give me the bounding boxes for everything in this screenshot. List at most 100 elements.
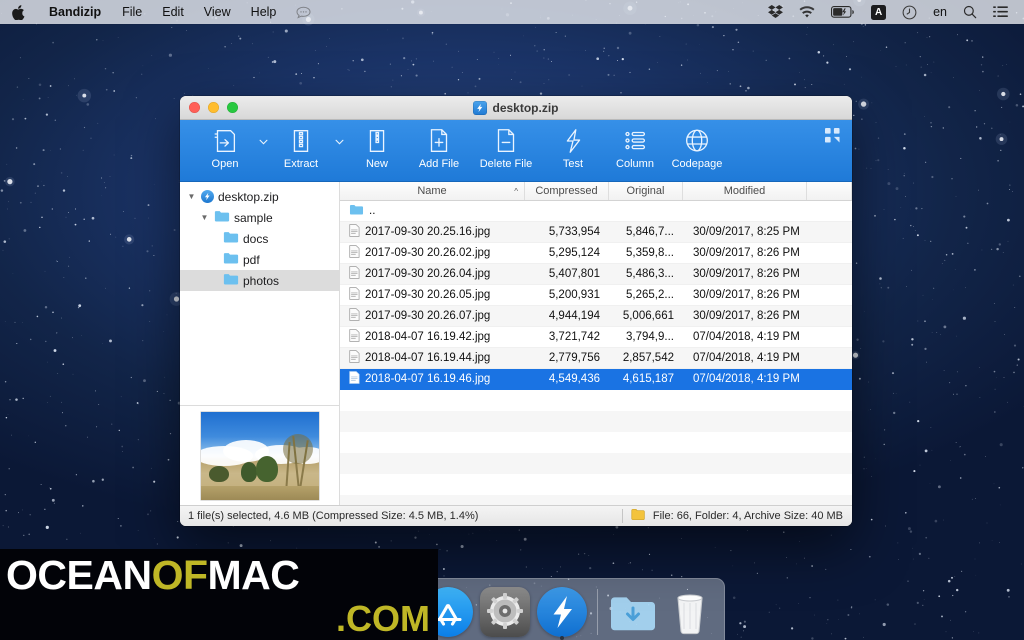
toolbar-label-new: New bbox=[365, 158, 388, 170]
row-compressed-cell: 5,407,801 bbox=[548, 268, 600, 280]
toolbar-label-extract: Extract bbox=[283, 158, 319, 170]
toolbar-button-delete-file[interactable]: Delete File bbox=[470, 120, 542, 178]
menu-item-edit[interactable]: Edit bbox=[152, 0, 194, 24]
menu-item-bandizip[interactable]: Bandizip bbox=[38, 0, 112, 24]
column-header-spacer bbox=[807, 182, 852, 200]
menu-item-help[interactable]: Help bbox=[241, 0, 287, 24]
jpg-file-icon bbox=[349, 308, 360, 324]
row-name-text: .. bbox=[369, 205, 376, 217]
tree-label: pdf bbox=[243, 252, 260, 267]
toolbar-button-test[interactable]: Test bbox=[542, 120, 604, 178]
close-button[interactable] bbox=[189, 102, 200, 113]
toolbar-button-codepage[interactable]: Codepage bbox=[666, 120, 728, 178]
dropbox-icon[interactable] bbox=[760, 0, 791, 24]
window-title-text: desktop.zip bbox=[492, 100, 559, 115]
toolbar-button-column[interactable]: Column bbox=[604, 120, 666, 178]
row-name-text: 2017-09-30 20.26.02.jpg bbox=[365, 247, 491, 259]
column-header-compressed[interactable]: Compressed bbox=[525, 182, 609, 200]
column-header-original[interactable]: Original bbox=[609, 182, 683, 200]
main-toolbar: Open Extract New Add File Delete File Te… bbox=[180, 120, 852, 182]
tree-label: photos bbox=[243, 273, 280, 288]
landscape-photo-thumbnail bbox=[200, 411, 319, 500]
toolbar-button-extract[interactable]: Extract bbox=[270, 120, 332, 178]
dock-item-trash[interactable] bbox=[665, 587, 715, 637]
tree-item-sample[interactable]: ▼ sample bbox=[180, 207, 339, 228]
column-header-name[interactable]: Name ^ bbox=[340, 182, 525, 200]
menu-item-view[interactable]: View bbox=[194, 0, 241, 24]
minimize-button[interactable] bbox=[208, 102, 219, 113]
row-original-cell: 3,794,9... bbox=[626, 331, 674, 343]
window-body: ▼ desktop.zip ▼ sample docs pdf photos N… bbox=[180, 182, 852, 505]
row-compressed-cell: 4,944,194 bbox=[548, 310, 600, 322]
tree-item-desktop-zip[interactable]: ▼ desktop.zip bbox=[180, 186, 339, 207]
row-name-cell: 2018-04-07 16.19.46.jpg bbox=[340, 371, 525, 387]
menu-item-file[interactable]: File bbox=[112, 0, 152, 24]
table-row-selected[interactable]: 2018-04-07 16.19.46.jpg 4,549,436 4,615,… bbox=[340, 369, 852, 390]
jpg-file-icon bbox=[349, 245, 360, 261]
zoom-button[interactable] bbox=[227, 102, 238, 113]
row-modified-cell: 30/09/2017, 8:26 PM bbox=[693, 289, 800, 301]
column-header-modified[interactable]: Modified bbox=[683, 182, 807, 200]
extract-chevron-down-icon[interactable] bbox=[332, 120, 346, 178]
row-original-cell: 5,265,2... bbox=[626, 289, 674, 301]
row-compressed-cell: 2,779,756 bbox=[548, 352, 600, 364]
row-modified-cell: 30/09/2017, 8:26 PM bbox=[693, 310, 800, 322]
window-titlebar[interactable]: desktop.zip bbox=[180, 96, 852, 120]
customize-toolbar-icon[interactable] bbox=[825, 128, 840, 148]
row-original-cell: 2,857,542 bbox=[622, 352, 674, 364]
status-bar: 1 file(s) selected, 4.6 MB (Compressed S… bbox=[180, 505, 852, 526]
dock-item-system-preferences[interactable] bbox=[480, 587, 530, 637]
row-modified-cell: 07/04/2018, 4:19 PM bbox=[693, 373, 800, 385]
open-chevron-down-icon[interactable] bbox=[256, 120, 270, 178]
tree-label: docs bbox=[243, 231, 269, 246]
speech-bubble-icon[interactable] bbox=[286, 0, 321, 24]
toolbar-button-open[interactable]: Open bbox=[194, 120, 256, 178]
language-indicator[interactable]: en bbox=[925, 0, 955, 24]
tree-item-photos[interactable]: photos bbox=[180, 270, 339, 291]
notification-center-icon[interactable] bbox=[985, 0, 1016, 24]
list-filler-row bbox=[340, 411, 852, 432]
twisty-icon[interactable]: ▼ bbox=[186, 192, 197, 201]
toolbar-button-add-file[interactable]: Add File bbox=[408, 120, 470, 178]
spotlight-search-icon[interactable] bbox=[955, 0, 985, 24]
table-row[interactable]: 2018-04-07 16.19.42.jpg 3,721,742 3,794,… bbox=[340, 327, 852, 348]
row-modified-cell: 30/09/2017, 8:26 PM bbox=[693, 247, 800, 259]
jpg-file-icon bbox=[349, 224, 360, 240]
system-preferences-icon bbox=[480, 587, 530, 637]
watermark-domain: .COM bbox=[336, 598, 430, 639]
twisty-icon[interactable]: ▼ bbox=[199, 213, 210, 222]
preview-pane bbox=[180, 405, 339, 505]
row-name-cell: 2017-09-30 20.26.07.jpg bbox=[340, 308, 525, 324]
row-name-text: 2018-04-07 16.19.44.jpg bbox=[365, 352, 491, 364]
folder-icon bbox=[223, 231, 239, 246]
tree-item-pdf[interactable]: pdf bbox=[180, 249, 339, 270]
time-machine-clock-icon[interactable] bbox=[894, 0, 925, 24]
tree-item-docs[interactable]: docs bbox=[180, 228, 339, 249]
dock-item-bandizip[interactable] bbox=[537, 587, 587, 640]
table-row[interactable]: 2017-09-30 20.26.07.jpg 4,944,194 5,006,… bbox=[340, 306, 852, 327]
file-list-header: Name ^ Compressed Original Modified bbox=[340, 182, 852, 201]
row-original-cell: 5,006,661 bbox=[622, 310, 674, 322]
dock-item-downloads[interactable] bbox=[608, 587, 658, 637]
toolbar-button-new[interactable]: New bbox=[346, 120, 408, 178]
wifi-icon[interactable] bbox=[791, 0, 823, 24]
toolbar-label-codepage: Codepage bbox=[671, 158, 723, 170]
table-row[interactable]: 2017-09-30 20.25.16.jpg 5,733,954 5,846,… bbox=[340, 222, 852, 243]
status-archive-info: File: 66, Folder: 4, Archive Size: 40 MB bbox=[652, 510, 843, 522]
row-name-cell: 2017-09-30 20.26.05.jpg bbox=[340, 287, 525, 303]
watermark-word-mac: MAC bbox=[207, 552, 300, 598]
table-row[interactable]: 2017-09-30 20.26.05.jpg 5,200,931 5,265,… bbox=[340, 285, 852, 306]
window-traffic-lights bbox=[180, 102, 238, 113]
yellow-folder-icon bbox=[631, 508, 645, 524]
apple-logo-icon[interactable] bbox=[0, 0, 38, 24]
battery-charging-icon[interactable] bbox=[823, 0, 863, 24]
table-row[interactable]: 2017-09-30 20.26.04.jpg 5,407,801 5,486,… bbox=[340, 264, 852, 285]
tree-label: desktop.zip bbox=[218, 189, 279, 204]
watermark-overlay: OCEANOFMAC .COM bbox=[0, 549, 438, 640]
table-row[interactable]: 2017-09-30 20.26.02.jpg 5,295,124 5,359,… bbox=[340, 243, 852, 264]
input-source-indicator[interactable]: A bbox=[863, 0, 894, 24]
table-row[interactable]: 2018-04-07 16.19.44.jpg 2,779,756 2,857,… bbox=[340, 348, 852, 369]
row-name-text: 2018-04-07 16.19.46.jpg bbox=[365, 373, 491, 385]
table-row-parent[interactable]: .. bbox=[340, 201, 852, 222]
jpg-file-icon bbox=[349, 329, 360, 345]
